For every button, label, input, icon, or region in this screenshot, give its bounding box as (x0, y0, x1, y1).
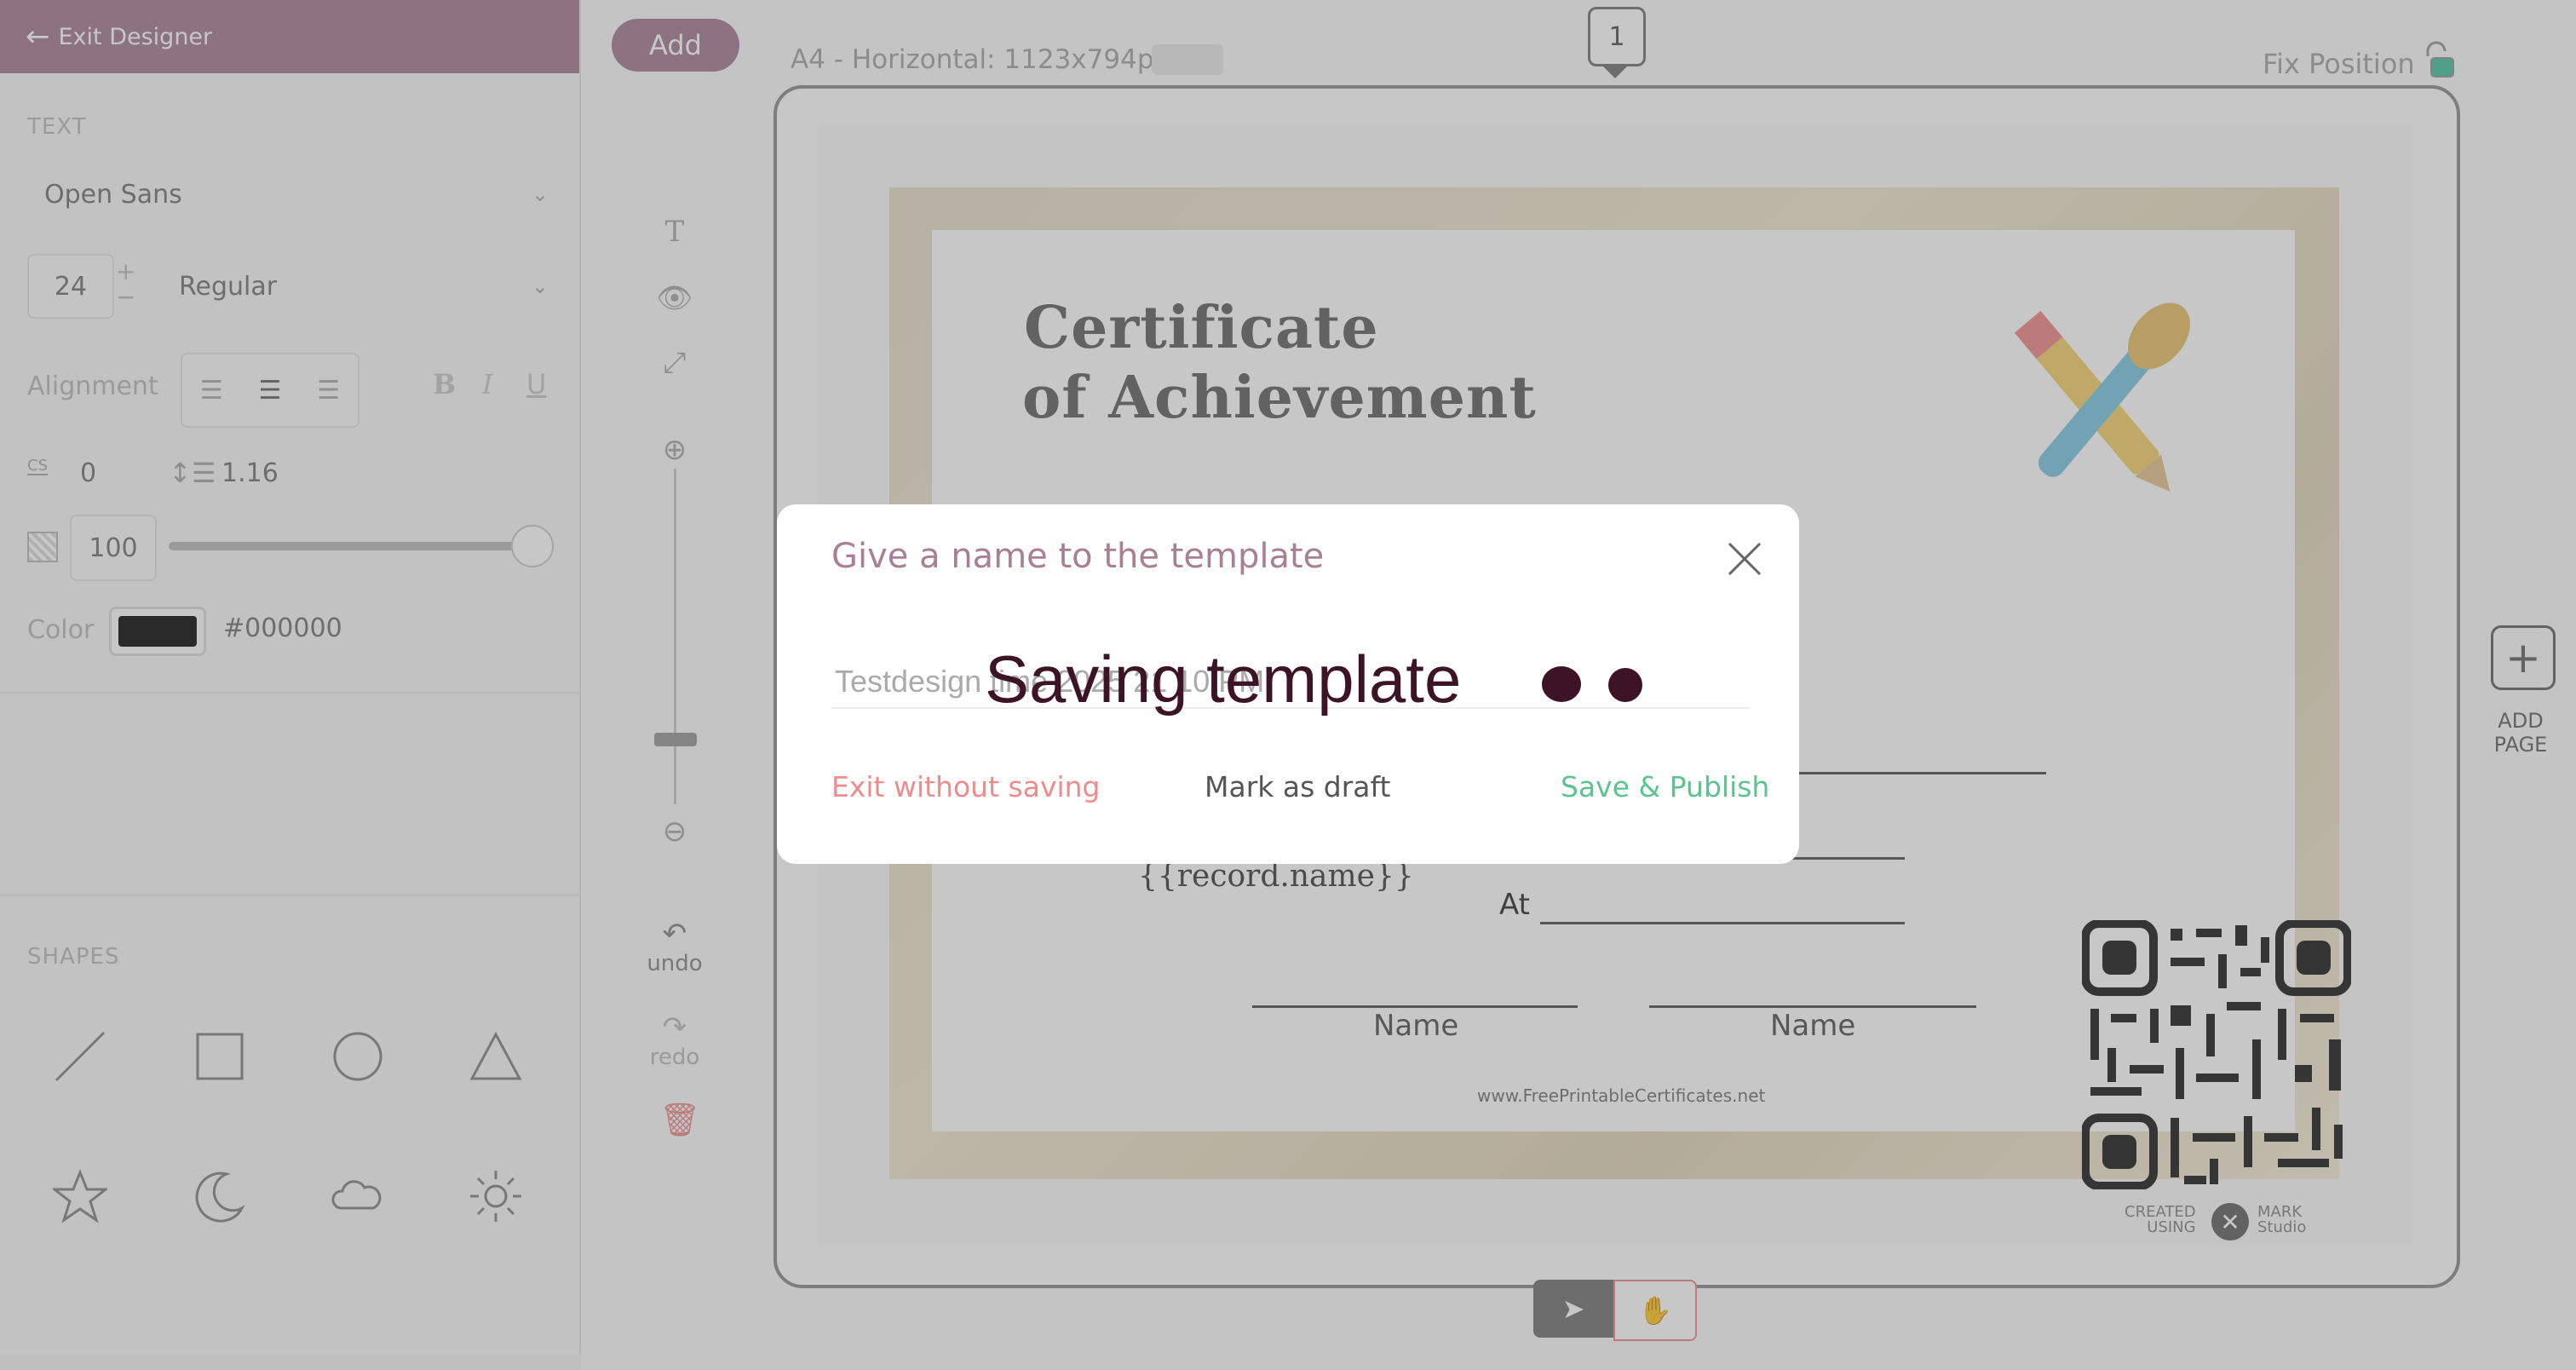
loading-dot (1542, 666, 1581, 702)
save-publish-button[interactable]: Save & Publish (1561, 770, 1769, 803)
mark-as-draft-button[interactable]: Mark as draft (1205, 770, 1390, 803)
dialog-title: Give a name to the template (831, 537, 1325, 576)
exit-without-saving-button[interactable]: Exit without saving (831, 770, 1101, 803)
saving-template-text: Saving template (985, 642, 1462, 717)
close-icon[interactable] (1724, 538, 1765, 579)
loading-dot (1608, 668, 1642, 702)
